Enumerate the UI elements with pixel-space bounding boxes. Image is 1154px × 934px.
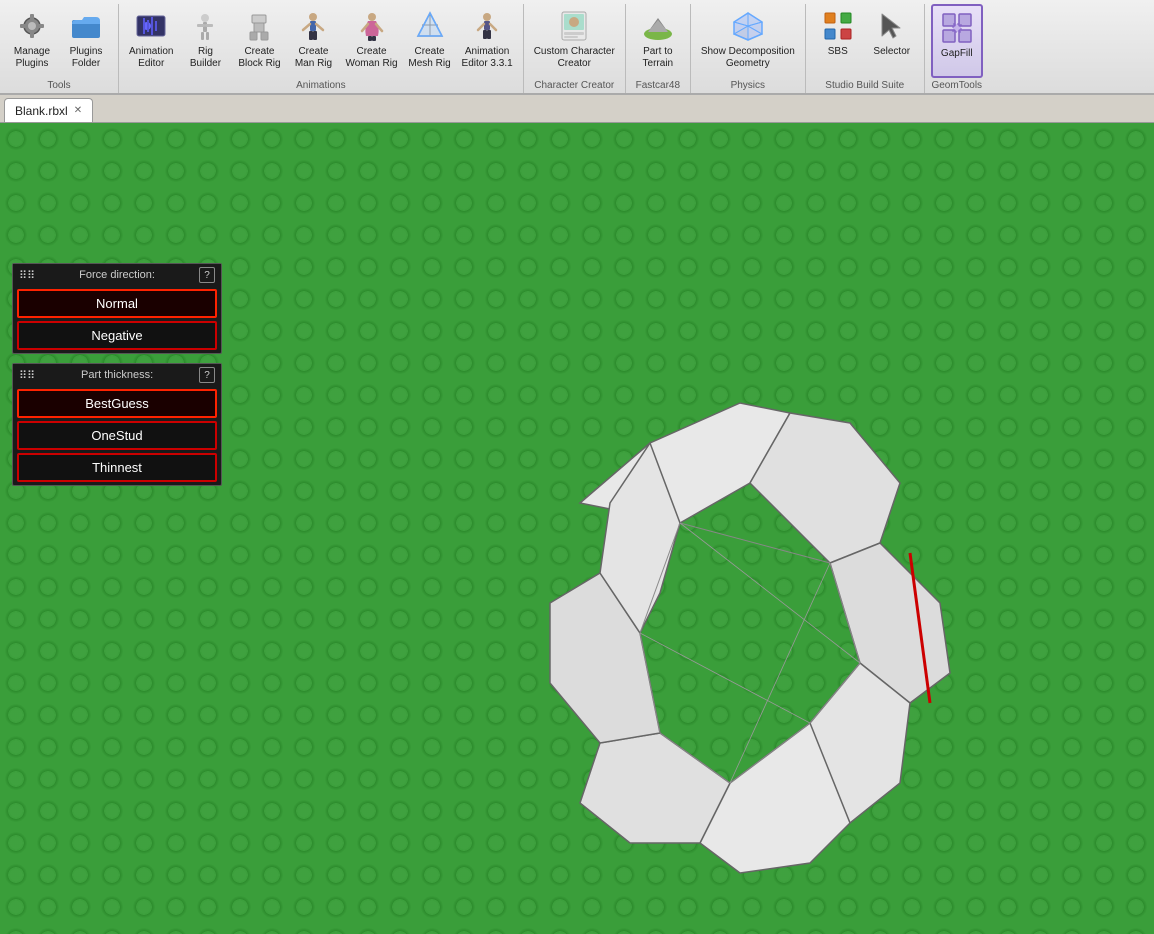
toolbar-group-character-creator: Custom CharacterCreator Character Creato… [524, 4, 626, 93]
studio-build-suite-group-label: Studio Build Suite [812, 78, 918, 93]
plugins-folder-label: PluginsFolder [70, 46, 103, 70]
thinnest-button[interactable]: Thinnest [17, 453, 217, 482]
part-to-terrain-icon [640, 8, 676, 44]
animation-editor-label: AnimationEditor [129, 46, 173, 70]
manage-plugins-icon [14, 8, 50, 44]
create-mesh-rig-label: CreateMesh Rig [408, 46, 450, 70]
rig-builder-button[interactable]: RigBuilder [179, 4, 231, 78]
normal-button[interactable]: Normal [17, 289, 217, 318]
gapfill-label: GapFill [941, 48, 973, 60]
rig-builder-icon [187, 8, 223, 44]
create-man-rig-label: CreateMan Rig [295, 46, 332, 70]
toolbar-group-fastcar48: Part toTerrain Fastcar48 [626, 4, 691, 93]
animation-editor-33-button[interactable]: AnimationEditor 3.3.1 [458, 4, 517, 78]
tab-label: Blank.rbxl [15, 104, 68, 118]
animations-group-label: Animations [125, 78, 517, 93]
selector-icon [874, 8, 910, 44]
part-thickness-help-button[interactable]: ? [199, 367, 215, 383]
create-mesh-rig-button[interactable]: CreateMesh Rig [404, 4, 456, 78]
force-direction-title-bar[interactable]: ⠿⠿ Force direction: ? [13, 264, 221, 286]
plugins-folder-button[interactable]: PluginsFolder [60, 4, 112, 78]
main-area: ⠿⠿ Force direction: ? Normal Negative ⠿⠿… [0, 123, 1154, 934]
sbs-icon [820, 8, 856, 44]
physics-group-label: Physics [697, 78, 799, 93]
show-decomp-geometry-icon [730, 8, 766, 44]
tab-blank-rbxl[interactable]: Blank.rbxl ✕ [4, 98, 93, 122]
create-block-rig-button[interactable]: CreateBlock Rig [233, 4, 285, 78]
toolbar-group-geomtools: GapFill GeomTools [925, 4, 989, 93]
create-woman-rig-button[interactable]: CreateWoman Rig [341, 4, 401, 78]
gapfill-button[interactable]: GapFill [931, 4, 983, 78]
bestguess-button[interactable]: BestGuess [17, 389, 217, 418]
fastcar48-group-label: Fastcar48 [632, 78, 684, 93]
geomtools-group-label: GeomTools [931, 78, 983, 93]
animation-editor-33-icon [469, 8, 505, 44]
sbs-label: SBS [828, 46, 848, 58]
toolbar-group-physics: Show DecompositionGeometry Physics [691, 4, 806, 93]
selector-label: Selector [873, 46, 910, 58]
part-to-terrain-button[interactable]: Part toTerrain [632, 4, 684, 78]
part-to-terrain-label: Part toTerrain [643, 46, 674, 70]
force-direction-panel: ⠿⠿ Force direction: ? Normal Negative [12, 263, 222, 354]
part-thickness-panel: ⠿⠿ Part thickness: ? BestGuess OneStud T… [12, 363, 222, 486]
canvas-background [0, 123, 1154, 934]
part-thickness-title: Part thickness: [81, 369, 153, 381]
manage-plugins-label: ManagePlugins [14, 46, 50, 70]
create-man-rig-icon [295, 8, 331, 44]
custom-character-creator-button[interactable]: Custom CharacterCreator [530, 4, 619, 78]
gapfill-icon [939, 10, 975, 46]
tools-group-label: Tools [6, 78, 112, 93]
force-direction-help-button[interactable]: ? [199, 267, 215, 283]
manage-plugins-button[interactable]: ManagePlugins [6, 4, 58, 78]
rig-builder-label: RigBuilder [190, 46, 221, 70]
animation-editor-button[interactable]: AnimationEditor [125, 4, 177, 78]
part-thickness-drag-dots: ⠿⠿ [19, 369, 35, 382]
show-decomp-geometry-label: Show DecompositionGeometry [701, 46, 795, 70]
animation-editor-33-label: AnimationEditor 3.3.1 [462, 46, 513, 70]
tab-close-button[interactable]: ✕ [74, 105, 82, 116]
onestud-button[interactable]: OneStud [17, 421, 217, 450]
character-creator-group-label: Character Creator [530, 78, 619, 93]
animation-editor-icon [133, 8, 169, 44]
create-mesh-rig-icon [412, 8, 448, 44]
toolbar-group-tools: ManagePlugins PluginsFolder Tools [0, 4, 119, 93]
show-decomp-geometry-button[interactable]: Show DecompositionGeometry [697, 4, 799, 78]
sbs-button[interactable]: SBS [812, 4, 864, 78]
create-block-rig-icon [241, 8, 277, 44]
create-man-rig-button[interactable]: CreateMan Rig [287, 4, 339, 78]
toolbar: ManagePlugins PluginsFolder Tools [0, 0, 1154, 95]
negative-button[interactable]: Negative [17, 321, 217, 350]
force-direction-title: Force direction: [79, 269, 155, 281]
part-thickness-title-bar[interactable]: ⠿⠿ Part thickness: ? [13, 364, 221, 386]
create-woman-rig-icon [354, 8, 390, 44]
plugins-folder-icon [68, 8, 104, 44]
create-woman-rig-label: CreateWoman Rig [345, 46, 397, 70]
toolbar-group-animations: AnimationEditor RigBuilder [119, 4, 524, 93]
custom-character-creator-label: Custom CharacterCreator [534, 46, 615, 70]
tabbar: Blank.rbxl ✕ [0, 95, 1154, 123]
create-block-rig-label: CreateBlock Rig [238, 46, 280, 70]
force-direction-drag-dots: ⠿⠿ [19, 269, 35, 282]
toolbar-group-studio-build-suite: SBS Selector Studio Build Suite [806, 4, 925, 93]
custom-character-creator-icon [556, 8, 592, 44]
selector-button[interactable]: Selector [866, 4, 918, 78]
